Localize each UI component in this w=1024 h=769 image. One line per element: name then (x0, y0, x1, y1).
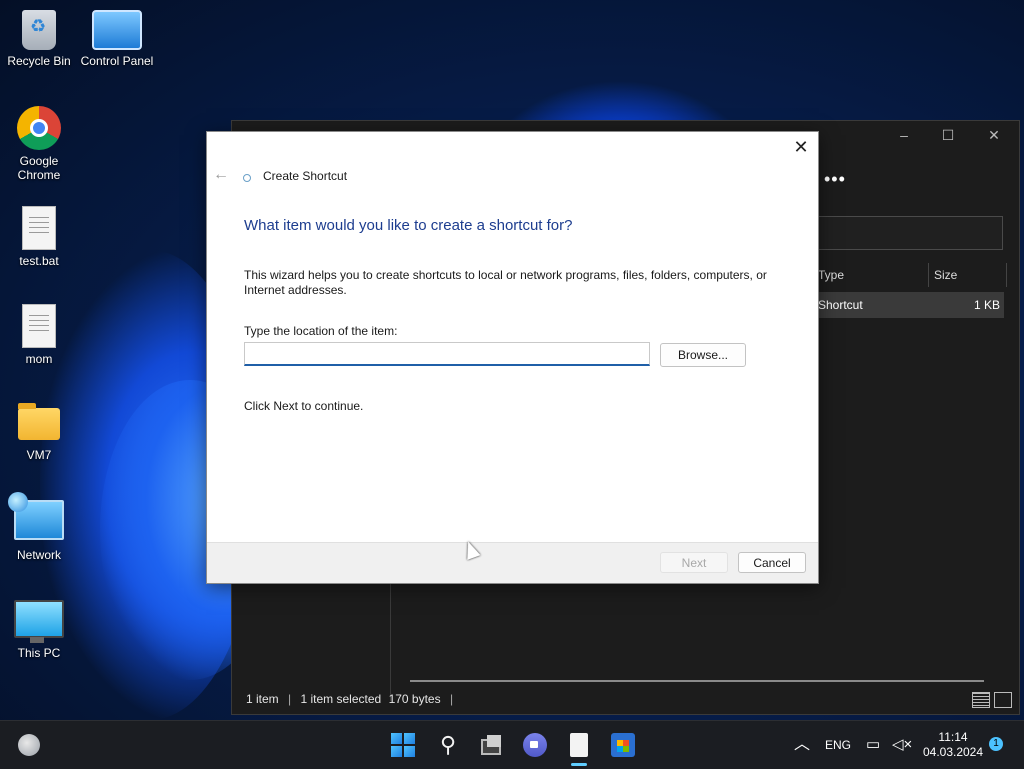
cancel-button[interactable]: Cancel (738, 552, 806, 573)
desktop-icon-test-bat[interactable]: test.bat (1, 206, 77, 268)
row-type: Shortcut (818, 298, 863, 312)
close-icon[interactable]: ✕ (790, 136, 812, 158)
create-shortcut-dialog[interactable]: ✕ ← Create Shortcut What item would you … (206, 131, 819, 584)
desktop-icon-mom[interactable]: mom (1, 304, 77, 366)
next-button[interactable]: Next (660, 552, 728, 573)
dialog-footer: Next Cancel (207, 542, 818, 583)
explorer-search-box[interactable] (818, 216, 1003, 250)
row-size: 1 KB (973, 298, 1000, 312)
desktop-icon-this-pc[interactable]: This PC (1, 600, 77, 660)
chrome-icon (17, 106, 61, 150)
notepad-icon[interactable] (570, 733, 588, 757)
pane-divider (390, 571, 391, 701)
dialog-heading: What item would you like to create a sho… (244, 217, 573, 234)
desktop-icon-label: Network (16, 548, 61, 562)
desktop-icon-label: VM7 (26, 448, 52, 462)
text-file-icon (22, 304, 56, 348)
clock-time: 11:14 (938, 730, 968, 744)
start-button[interactable] (391, 733, 415, 757)
desktop-icon-recycle-bin[interactable]: Recycle Bin (1, 10, 77, 68)
status-item-count: 1 item (246, 692, 279, 706)
continue-hint: Click Next to continue. (244, 399, 364, 413)
this-pc-icon (14, 600, 64, 643)
desktop-icon-control-panel[interactable]: Control Panel (79, 10, 155, 68)
horizontal-scrollbar[interactable] (410, 680, 984, 682)
table-row[interactable]: Shortcut 1 KB (818, 292, 1004, 318)
browse-button[interactable]: Browse... (660, 343, 746, 367)
microsoft-store-icon[interactable] (611, 733, 635, 757)
wizard-icon (243, 174, 251, 182)
search-icon[interactable]: ⚲ (436, 733, 460, 757)
see-more-button[interactable]: ••• (824, 169, 846, 190)
close-button[interactable]: ✕ (984, 127, 1004, 143)
teams-chat-icon[interactable] (523, 733, 547, 757)
batch-file-icon (22, 206, 56, 250)
network-icon (8, 492, 64, 540)
location-input[interactable] (244, 342, 650, 366)
minimize-button[interactable]: – (894, 127, 914, 143)
desktop-icon-label: test.bat (19, 254, 59, 268)
desktop-icon-label: Google Chrome (17, 154, 61, 182)
notification-badge[interactable]: 1 (989, 737, 1003, 751)
folder-icon (18, 403, 60, 440)
dialog-description: This wizard helps you to create shortcut… (244, 268, 767, 297)
column-header-type[interactable]: Type (818, 261, 844, 289)
control-panel-icon (92, 10, 142, 50)
volume-muted-icon[interactable]: ◁× (892, 721, 912, 769)
column-divider (1006, 263, 1007, 287)
tiles-view-icon[interactable] (994, 692, 1012, 708)
language-indicator[interactable]: ENG (825, 721, 851, 769)
chevron-up-icon[interactable]: ︿ (794, 721, 810, 769)
recycle-bin-icon (22, 10, 56, 50)
status-bytes: 170 bytes (388, 692, 441, 706)
back-arrow-icon[interactable]: ← (213, 166, 229, 184)
details-view-icon[interactable] (972, 692, 990, 708)
network-tray-icon[interactable]: ▭ (866, 721, 880, 769)
maximize-button[interactable]: ☐ (938, 127, 958, 143)
start-logo-tile (404, 746, 415, 757)
active-app-indicator (571, 763, 587, 766)
task-view-icon[interactable] (479, 733, 503, 757)
desktop-icon-label: This PC (17, 646, 61, 660)
start-logo-tile (391, 746, 402, 757)
desktop-icon-label: Recycle Bin (7, 54, 71, 68)
status-bar: 1 item | 1 item selected 170 bytes | (246, 692, 454, 706)
start-logo-tile (404, 733, 415, 744)
desktop-icon-label: mom (25, 352, 53, 366)
dialog-title: Create Shortcut (263, 169, 348, 183)
desktop-icon-network[interactable]: Network (1, 492, 77, 562)
taskbar: ⚲ ︿ ENG ▭ ◁× 11:14 04.03.2024 1 (0, 720, 1024, 769)
column-header-size[interactable]: Size (934, 261, 957, 289)
desktop-icon-label: Control Panel (80, 54, 154, 68)
clock-date: 04.03.2024 (922, 745, 984, 759)
status-selected: 1 item selected (300, 692, 382, 706)
column-divider (928, 263, 929, 287)
desktop-icon-vm7[interactable]: VM7 (1, 402, 77, 462)
location-label: Type the location of the item: (244, 324, 398, 338)
start-logo-tile (391, 733, 402, 744)
clock[interactable]: 11:14 04.03.2024 (918, 730, 988, 760)
desktop-icon-chrome[interactable]: Google Chrome (1, 106, 77, 182)
weather-widget-icon[interactable] (18, 734, 40, 756)
